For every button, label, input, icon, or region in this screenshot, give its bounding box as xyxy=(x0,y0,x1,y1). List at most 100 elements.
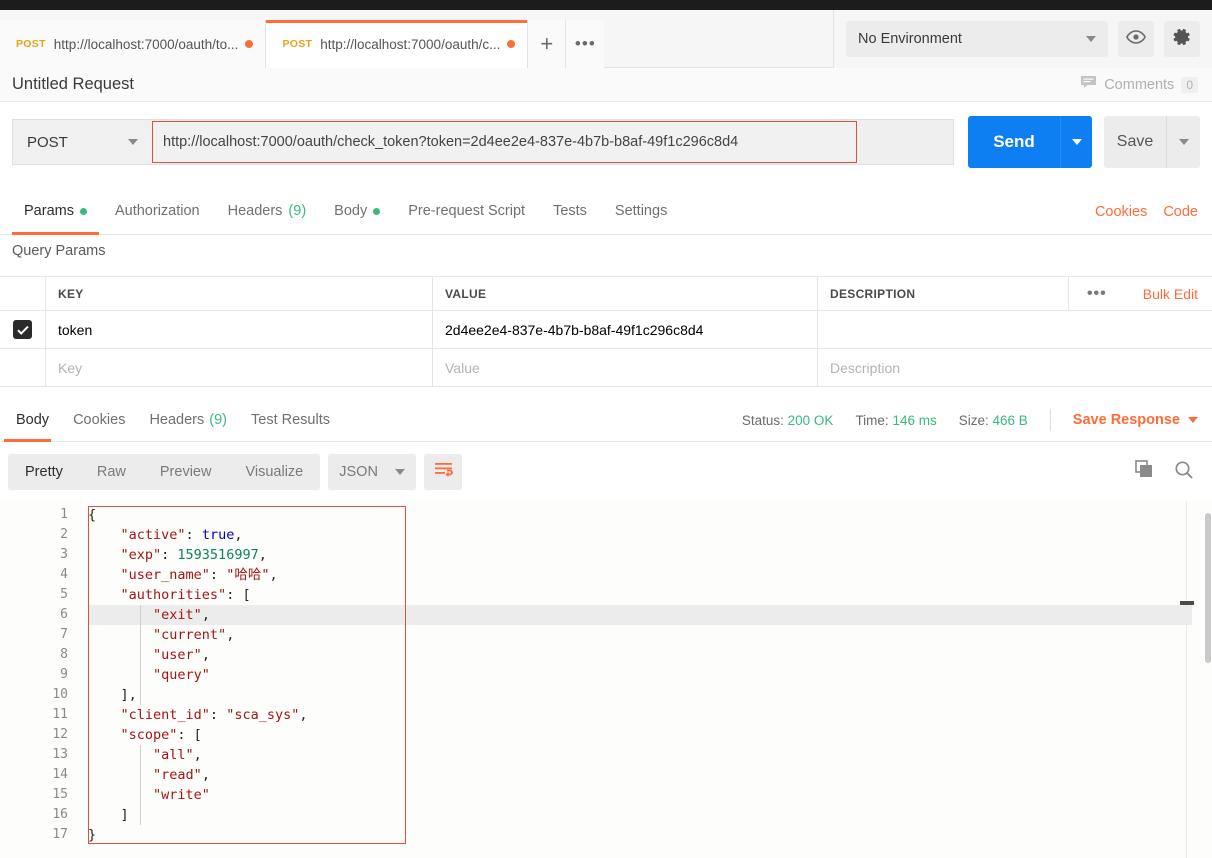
request-tab-bar: POST http://localhost:7000/oauth/to... P… xyxy=(0,10,1212,68)
param-enabled-checkbox[interactable] xyxy=(13,320,32,339)
save-options-button[interactable] xyxy=(1166,116,1200,168)
code-line: "write" xyxy=(88,785,307,805)
line-number: 9 xyxy=(0,665,82,685)
time-badge: Time: 146 ms xyxy=(855,413,936,428)
code-line: "read", xyxy=(88,765,307,785)
copy-button[interactable] xyxy=(1135,460,1154,484)
column-header-value: VALUE xyxy=(433,277,818,310)
settings-button[interactable] xyxy=(1164,21,1200,57)
tab-method-label: POST xyxy=(282,38,312,50)
response-tab-cookies[interactable]: Cookies xyxy=(61,398,137,442)
chevron-down-icon xyxy=(1086,36,1096,42)
code-line: "all", xyxy=(88,745,307,765)
line-number: 6 xyxy=(0,605,82,625)
tab-options-button[interactable]: ••• xyxy=(566,20,604,68)
search-button[interactable] xyxy=(1174,460,1194,485)
line-number: 15 xyxy=(0,785,82,805)
cookies-link[interactable]: Cookies xyxy=(1095,204,1147,220)
column-header-description: DESCRIPTION ••• Bulk Edit xyxy=(818,277,1212,310)
environment-area: No Environment xyxy=(833,10,1212,68)
chevron-down-icon xyxy=(128,139,138,145)
param-key-input[interactable]: token xyxy=(46,311,433,348)
response-tab-headers[interactable]: Headers (9) xyxy=(137,398,239,442)
view-mode-visualize[interactable]: Visualize xyxy=(228,454,320,490)
status-badge: Status: 200 OK xyxy=(742,413,834,428)
unsaved-dot-icon xyxy=(245,40,253,48)
header-checkbox-cell xyxy=(0,277,46,310)
response-bar: Body Cookies Headers (9) Test Results St… xyxy=(0,398,1212,442)
response-body-viewer[interactable]: 1234567891011121314151617 { "active": tr… xyxy=(0,501,1212,858)
param-value-input[interactable]: 2d4ee2e4-837e-4b7b-b8af-49f1c296c8d4 xyxy=(433,311,818,348)
tab-label: Body xyxy=(334,203,367,219)
tab-pre-request-script[interactable]: Pre-request Script xyxy=(394,188,539,235)
line-number: 16 xyxy=(0,805,82,825)
size-label: Size: xyxy=(959,413,989,428)
chevron-down-icon xyxy=(1072,139,1082,145)
new-param-value-input[interactable]: Value xyxy=(433,349,818,386)
bulk-edit-button[interactable]: Bulk Edit xyxy=(1125,286,1212,302)
scrollbar-thumb[interactable] xyxy=(1205,513,1211,663)
view-mode-raw[interactable]: Raw xyxy=(80,454,143,490)
scrollbar-marker xyxy=(1180,601,1194,605)
new-param-description-input[interactable]: Description xyxy=(818,349,1212,386)
code-line: "user", xyxy=(88,645,307,665)
tab-headers[interactable]: Headers (9) xyxy=(214,188,321,235)
new-tab-button[interactable]: + xyxy=(528,20,566,68)
url-input[interactable]: http://localhost:7000/oauth/check_token?… xyxy=(152,121,857,163)
query-params-table: KEY VALUE DESCRIPTION ••• Bulk Edit toke… xyxy=(0,276,1212,387)
divider xyxy=(1050,409,1051,431)
response-tab-body[interactable]: Body xyxy=(4,398,61,442)
http-method-select[interactable]: POST xyxy=(12,119,152,165)
chevron-down-icon xyxy=(395,469,405,475)
row-checkbox-cell xyxy=(0,311,46,348)
tab-url-label: http://localhost:7000/oauth/c... xyxy=(320,37,500,52)
tab-label: Params xyxy=(24,203,74,219)
tab-params[interactable]: Params xyxy=(10,188,101,235)
save-button[interactable]: Save xyxy=(1104,116,1166,168)
response-tab-test-results[interactable]: Test Results xyxy=(239,398,342,442)
page-title: Untitled Request xyxy=(12,75,134,94)
tab-url-label: http://localhost:7000/oauth/to... xyxy=(54,37,239,52)
word-wrap-button[interactable] xyxy=(424,454,462,490)
view-mode-preview[interactable]: Preview xyxy=(143,454,229,490)
search-icon xyxy=(1174,467,1194,484)
tab-label: Cookies xyxy=(73,412,125,428)
code-line: } xyxy=(88,825,307,845)
code-line: ] xyxy=(88,805,307,825)
line-number: 5 xyxy=(0,585,82,605)
line-number: 2 xyxy=(0,525,82,545)
view-mode-pretty[interactable]: Pretty xyxy=(8,454,80,490)
table-options-button[interactable]: ••• xyxy=(1068,277,1125,310)
line-number: 13 xyxy=(0,745,82,765)
tab-tests[interactable]: Tests xyxy=(539,188,601,235)
save-button-group: Save xyxy=(1104,116,1200,168)
column-header-description-label: DESCRIPTION xyxy=(830,287,915,301)
gear-icon xyxy=(1172,27,1192,52)
line-number: 17 xyxy=(0,825,82,845)
tab-authorization[interactable]: Authorization xyxy=(101,188,214,235)
param-description-input[interactable] xyxy=(818,311,1212,348)
send-options-button[interactable] xyxy=(1060,116,1092,168)
request-tabs-actions: Cookies Code xyxy=(1095,188,1198,235)
save-response-button[interactable]: Save Response xyxy=(1073,412,1198,428)
request-tab-1[interactable]: POST http://localhost:7000/oauth/to... xyxy=(0,20,266,68)
send-button[interactable]: Send xyxy=(968,116,1060,168)
environment-quick-look-button[interactable] xyxy=(1118,21,1154,57)
response-body-code: { "active": true, "exp": 1593516997, "us… xyxy=(88,505,307,845)
time-label: Time: xyxy=(855,413,888,428)
new-param-key-input[interactable]: Key xyxy=(46,349,433,386)
query-params-title: Query Params xyxy=(12,243,105,259)
environment-selected-label: No Environment xyxy=(858,31,962,47)
tab-settings[interactable]: Settings xyxy=(601,188,681,235)
response-view-mode-group: Pretty Raw Preview Visualize xyxy=(8,454,320,490)
vertical-scrollbar[interactable] xyxy=(1204,501,1212,858)
comments-button[interactable]: Comments 0 xyxy=(1080,68,1198,102)
tab-body[interactable]: Body xyxy=(320,188,394,235)
code-link[interactable]: Code xyxy=(1163,204,1198,220)
table-row: token 2d4ee2e4-837e-4b7b-b8af-49f1c296c8… xyxy=(0,311,1212,349)
environment-select[interactable]: No Environment xyxy=(846,21,1108,57)
response-format-select[interactable]: JSON xyxy=(328,454,416,490)
request-tab-2[interactable]: POST http://localhost:7000/oauth/c... xyxy=(266,20,528,68)
line-number: 7 xyxy=(0,625,82,645)
request-tabs-list: POST http://localhost:7000/oauth/to... P… xyxy=(0,10,604,68)
